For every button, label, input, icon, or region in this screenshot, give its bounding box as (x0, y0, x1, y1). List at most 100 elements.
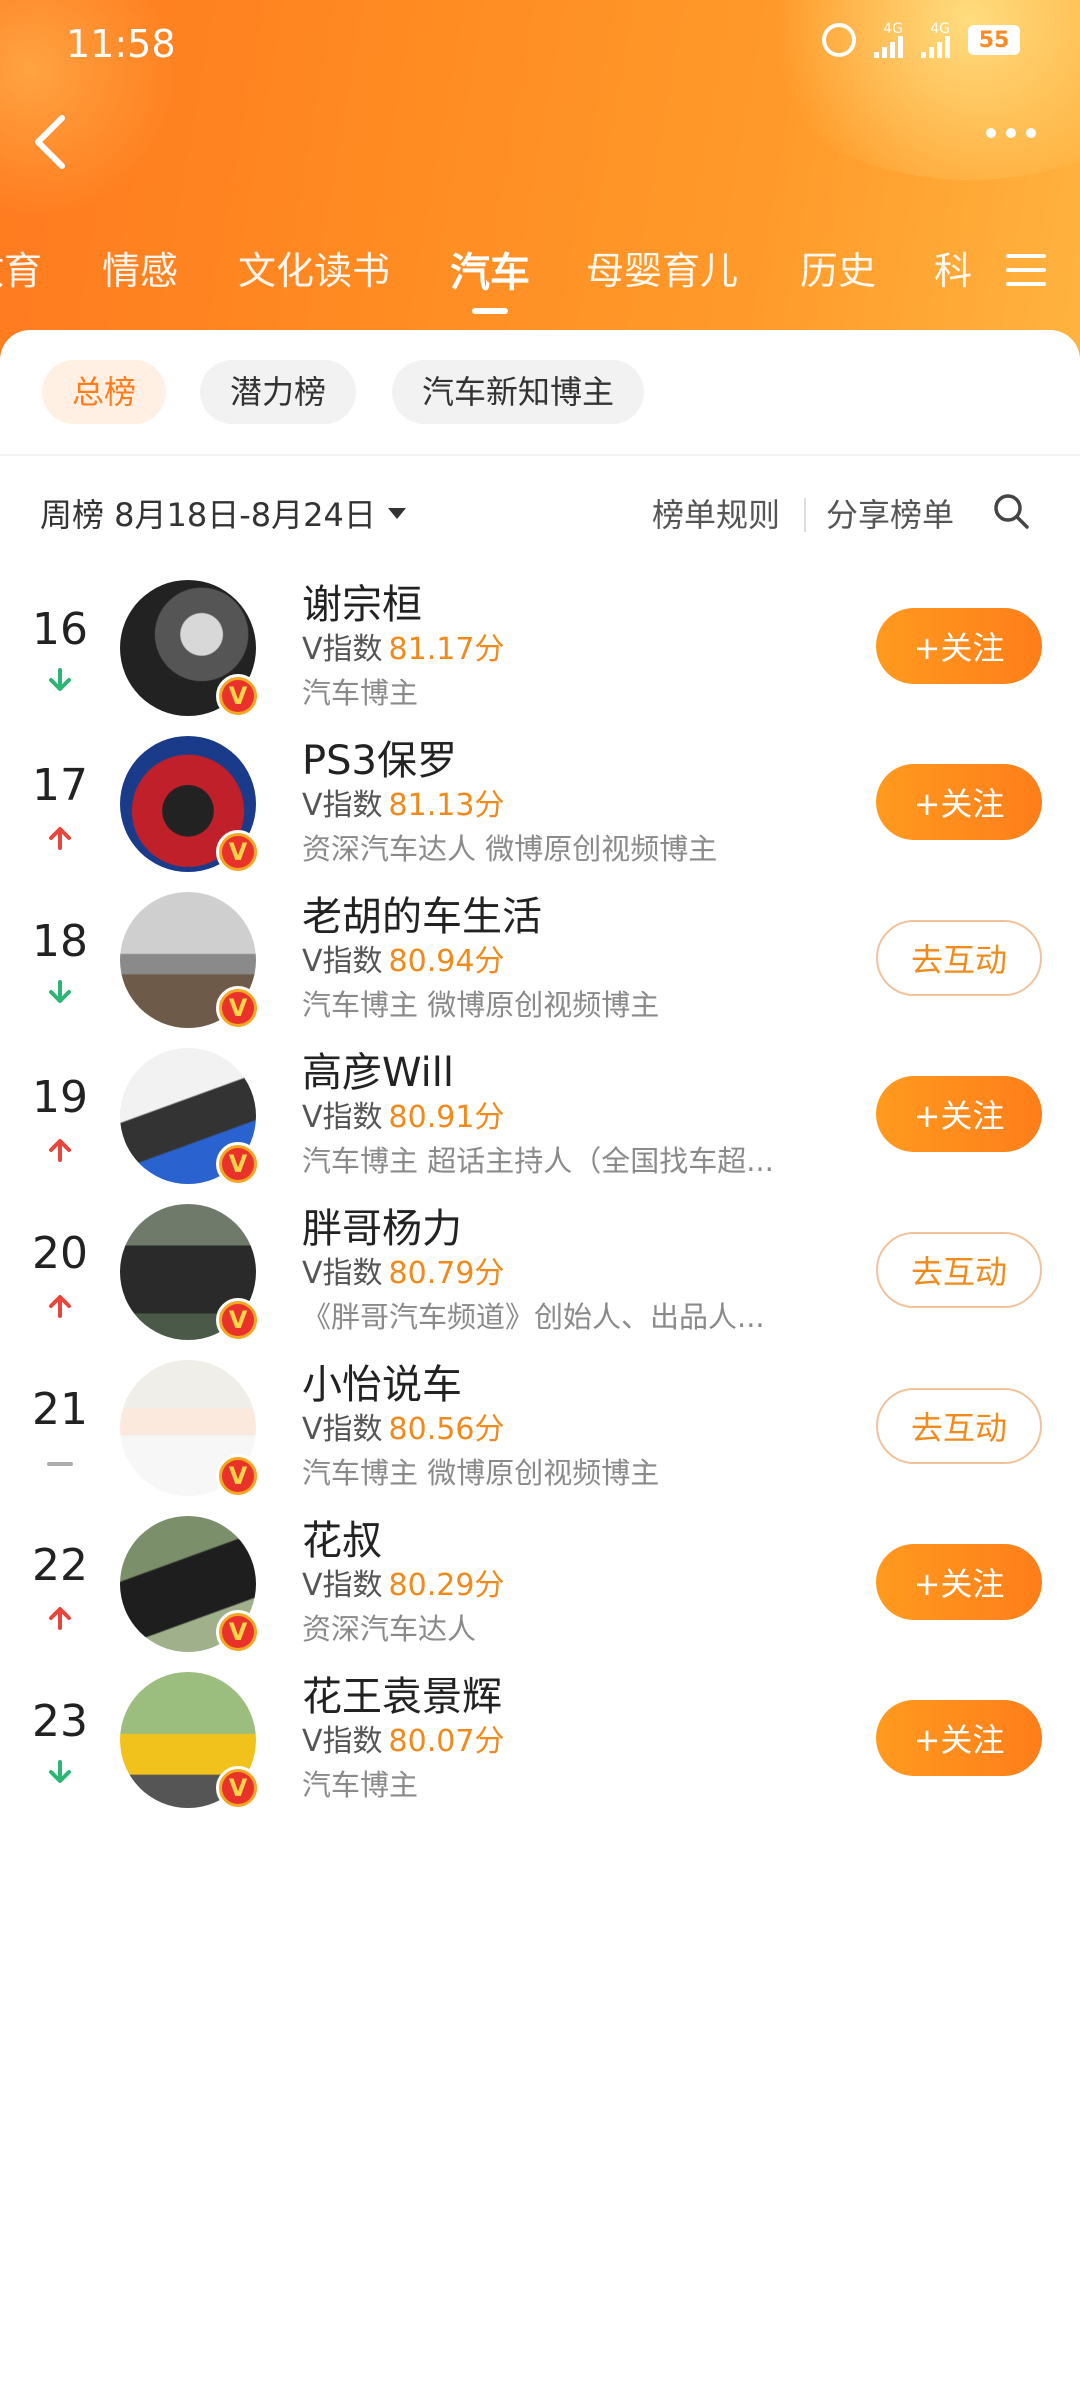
follow-button[interactable]: +关注 (876, 1544, 1042, 1620)
blogger-name[interactable]: 胖哥杨力 (302, 1196, 462, 1254)
blogger-name[interactable]: 老胡的车生活 (302, 884, 542, 942)
v-index-score: 80.07分 (388, 1724, 505, 1759)
v-index: V指数 80.94分 (302, 936, 504, 980)
verified-badge-letter: V (222, 1460, 254, 1492)
avatar-wrap[interactable]: V (120, 1204, 260, 1342)
v-index-label: V指数 (302, 1256, 383, 1291)
blogger-description: 汽车博主 超话主持人（全国找车超... (302, 1144, 774, 1178)
rank-number: 21 (32, 1384, 88, 1435)
trend-up-icon (49, 1607, 71, 1630)
trend-up-icon (49, 827, 71, 850)
v-index-label: V指数 (302, 1568, 383, 1603)
tab-culture-reading[interactable]: 文化读书 (238, 240, 390, 295)
follow-button[interactable]: +关注 (876, 608, 1042, 684)
tab-history[interactable]: 历史 (800, 240, 876, 295)
interact-button[interactable]: 去互动 (876, 1232, 1042, 1308)
chip-new-car-bloggers[interactable]: 汽车新知博主 (392, 360, 645, 424)
tab-car[interactable]: 汽车 (450, 240, 530, 298)
divider (0, 454, 1080, 456)
blogger-description: 资深汽车达人 (302, 1612, 477, 1646)
tab-emotion[interactable]: 情感 (102, 240, 178, 295)
tab-education[interactable]: 教育 (0, 240, 42, 295)
back-arrow-icon[interactable] (28, 112, 72, 172)
trend-up-icon (49, 1295, 71, 1318)
follow-button[interactable]: +关注 (876, 1700, 1042, 1776)
more-icon[interactable] (986, 128, 1036, 138)
blogger-name[interactable]: 花王袁景辉 (302, 1664, 502, 1722)
verified-badge-icon: V (216, 1454, 260, 1498)
signal-icon-2: 4G (921, 22, 950, 58)
rank-number: 16 (32, 604, 88, 655)
status-time: 11:58 (66, 22, 176, 66)
blogger-name[interactable]: 小怡说车 (302, 1352, 462, 1410)
v-index-label: V指数 (302, 1724, 383, 1759)
menu-icon[interactable] (1006, 254, 1046, 296)
battery-icon: 55 (968, 25, 1020, 55)
blogger-name[interactable]: 谢宗桓 (302, 572, 422, 630)
trend-down-icon (49, 980, 71, 1003)
chip-overall[interactable]: 总榜 (42, 360, 167, 424)
v-index-score: 80.94分 (388, 944, 505, 979)
alarm-icon (822, 23, 856, 57)
verified-badge-letter: V (222, 992, 254, 1024)
verified-badge-letter: V (222, 1772, 254, 1804)
ranking-row[interactable]: 22 V 花叔 V指数 80.29分 资深汽车达人 +关注 (0, 1504, 1080, 1664)
signal-2-label: 4G (930, 21, 950, 37)
separator (804, 498, 806, 532)
v-index-label: V指数 (302, 944, 383, 979)
share-link[interactable]: 分享榜单 (826, 490, 954, 536)
avatar-wrap[interactable]: V (120, 736, 260, 874)
week-selector[interactable]: 周榜 8月18日-8月24日 (40, 490, 406, 536)
ranking-row[interactable]: 18 V 老胡的车生活 V指数 80.94分 汽车博主 微博原创视频博主 去互动 (0, 880, 1080, 1040)
ranking-row[interactable]: 21 V 小怡说车 V指数 80.56分汽车博主 微博原创视频博主 去互动 (0, 1348, 1080, 1508)
rank-number: 22 (32, 1540, 88, 1591)
blogger-name[interactable]: PS3保罗 (302, 728, 457, 786)
avatar-wrap[interactable]: V (120, 1360, 260, 1498)
home-indicator (720, 2388, 860, 2392)
chevron-down-icon (387, 507, 406, 519)
blogger-description: 汽车博主 (302, 1768, 419, 1802)
verified-badge-letter: V (222, 1616, 254, 1648)
signal-1-label: 4G (883, 21, 903, 37)
ranking-row[interactable]: 23 V 花王袁景辉 V指数 80.07分汽车博主 +关注 (0, 1660, 1080, 1820)
category-tabs: 教育 情感 文化读书 汽车 母婴育儿 历史 科 (0, 240, 1080, 320)
rank-number: 20 (32, 1228, 88, 1279)
follow-button[interactable]: +关注 (876, 764, 1042, 840)
avatar-wrap[interactable]: V (120, 1516, 260, 1654)
ranking-row[interactable]: 19 V 高彦Will V指数 80.91分 汽车博主 超话主持人（全国找车超... +关注 (0, 1036, 1080, 1196)
v-index: V指数 81.17分 (302, 624, 504, 668)
avatar-wrap[interactable]: V (120, 1672, 260, 1810)
rank-number: 23 (32, 1696, 88, 1747)
interact-button[interactable]: 去互动 (876, 920, 1042, 996)
avatar-wrap[interactable]: V (120, 1048, 260, 1186)
trend-up-icon (49, 1139, 71, 1162)
v-index: V指数 80.56分 (302, 1404, 504, 1448)
blogger-description: 资深汽车达人 微博原创视频博主 (302, 832, 718, 866)
active-tab-indicator (472, 308, 508, 314)
rules-link[interactable]: 榜单规则 (652, 490, 780, 536)
header: 11:58 4G 4G 55 教育 情感 文化读书 汽车 母婴育儿 历史 科 (0, 0, 1080, 360)
ranking-row[interactable]: 17 V PS3保罗 V指数 81.13分 资深汽车达人 微博原创视频博主 +关注 (0, 724, 1080, 884)
blogger-name[interactable]: 花叔 (302, 1508, 382, 1566)
ranking-row[interactable]: 20 V 胖哥杨力 V指数 80.79分 《胖哥汽车频道》创始人、出品人... 去互动 (0, 1192, 1080, 1352)
avatar-wrap[interactable]: V (120, 580, 260, 718)
v-index-score: 80.79分 (388, 1256, 505, 1291)
chip-potential[interactable]: 潜力榜 (200, 360, 357, 424)
tab-parenting[interactable]: 母婴育儿 (586, 240, 738, 295)
avatar-wrap[interactable]: V (120, 892, 260, 1030)
verified-badge-icon: V (216, 1610, 260, 1654)
trend-down-icon (49, 668, 71, 691)
verified-badge-letter: V (222, 1304, 254, 1336)
tab-science[interactable]: 科 (934, 240, 972, 295)
rank-number: 18 (32, 916, 88, 967)
verified-badge-icon: V (216, 1766, 260, 1810)
v-index-score: 80.91分 (388, 1100, 505, 1135)
follow-button[interactable]: +关注 (876, 1076, 1042, 1152)
verified-badge-letter: V (222, 836, 254, 868)
blogger-name[interactable]: 高彦Will (302, 1040, 454, 1098)
interact-button[interactable]: 去互动 (876, 1388, 1042, 1464)
ranking-row[interactable]: 16 V 谢宗桓 V指数 81.17分 汽车博主 +关注 (0, 568, 1080, 728)
blogger-description: 汽车博主 微博原创视频博主 (302, 1456, 660, 1490)
v-index: V指数 81.13分 (302, 780, 504, 824)
search-icon[interactable] (992, 492, 1030, 530)
